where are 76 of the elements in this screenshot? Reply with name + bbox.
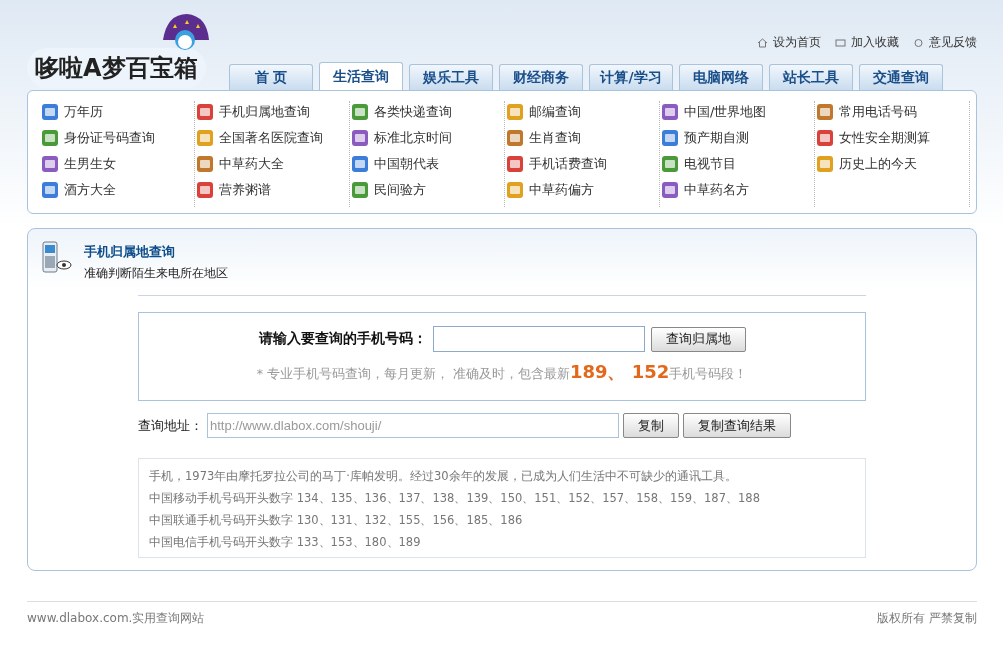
tool-link[interactable]: 中国朝代表	[374, 155, 439, 173]
copy-button[interactable]: 复制	[623, 413, 679, 438]
tool-link[interactable]: 全国著名医院查询	[219, 129, 323, 147]
tile-icon	[505, 154, 525, 174]
site-logo[interactable]: 哆啦A梦百宝箱	[27, 48, 206, 88]
tool-link[interactable]: 万年历	[64, 103, 103, 121]
tile-icon	[350, 102, 370, 122]
info-text: 手机，1973年由摩托罗拉公司的马丁·库帕发明。经过30余年的发展，已成为人们生活中不可缺少的通讯工具。	[149, 468, 738, 485]
tool-link[interactable]: 中草药偏方	[529, 181, 594, 199]
tool-link[interactable]: 中草药大全	[219, 155, 284, 173]
nav-tab[interactable]: 计算/学习	[589, 64, 673, 90]
nav-tab[interactable]: 交通查询	[859, 64, 943, 90]
tile-icon	[660, 154, 680, 174]
tool-link[interactable]: 民间验方	[374, 181, 426, 199]
nav-tab[interactable]: 财经商务	[499, 64, 583, 90]
nav-tab[interactable]: 电脑网络	[679, 64, 763, 90]
copy-button[interactable]: 复制查询结果	[683, 413, 791, 438]
tool-link[interactable]: 常用电话号码	[839, 103, 917, 121]
phone-label: 请输入要查询的手机号码：	[258, 330, 427, 348]
tile-icon	[660, 128, 680, 148]
tool-link[interactable]: 生男生女	[64, 155, 116, 173]
tile-icon	[40, 154, 60, 174]
phone-icon	[40, 241, 72, 275]
tool-link[interactable]: 各类快递查询	[374, 103, 452, 121]
tool-link[interactable]: 手机话费查询	[529, 155, 607, 173]
tile-icon	[815, 154, 835, 174]
tool-link[interactable]: 标准北京时间	[374, 129, 452, 147]
card-icon	[835, 37, 846, 48]
tile-icon	[195, 154, 215, 174]
footer-text: www.dlabox.com.实用查询网站	[27, 610, 205, 627]
top-link[interactable]: 设为首页	[773, 34, 821, 51]
tool-title: 手机归属地查询	[84, 243, 176, 261]
tile-icon	[195, 102, 215, 122]
tile-icon	[40, 180, 60, 200]
tile-icon	[815, 102, 835, 122]
tile-icon	[505, 128, 525, 148]
tile-icon	[195, 180, 215, 200]
nav-tab[interactable]: 娱乐工具	[409, 64, 493, 90]
info-text: 中国电信手机号码开头数字 133、153、180、189	[149, 534, 422, 551]
tile-icon	[350, 180, 370, 200]
tile-icon	[660, 102, 680, 122]
phone-input[interactable]	[432, 326, 645, 352]
tile-icon	[40, 128, 60, 148]
tile-icon	[350, 128, 370, 148]
tool-link[interactable]: 身份证号码查询	[64, 129, 155, 147]
info-text: 中国联通手机号码开头数字 130、131、132、155、156、185、186	[149, 512, 524, 529]
house-icon	[757, 37, 768, 48]
tile-icon	[505, 102, 525, 122]
hint-text: * 专业手机号码查询，每月更新， 准确及时，包含最新 189、 152手机号码段！	[256, 360, 748, 384]
nav-tab[interactable]: 站长工具	[769, 64, 853, 90]
nav-tab[interactable]: 首 页	[229, 64, 313, 90]
nav-tab[interactable]: 生活查询	[319, 62, 403, 90]
tool-link[interactable]: 酒方大全	[64, 181, 116, 199]
tile-icon	[660, 180, 680, 200]
tool-link[interactable]: 邮编查询	[529, 103, 581, 121]
tool-link[interactable]: 中草药名方	[684, 181, 749, 199]
tool-link[interactable]: 中国/世界地图	[684, 103, 767, 121]
copyright-text: 版权所有 严禁复制	[877, 610, 977, 627]
tile-icon	[40, 102, 60, 122]
tool-link[interactable]: 营养粥谱	[219, 181, 271, 199]
tool-link[interactable]: 电视节目	[684, 155, 736, 173]
tool-link[interactable]: 女性安全期测算	[839, 129, 930, 147]
tool-link[interactable]: 手机归属地查询	[219, 103, 310, 121]
address-label: 查询地址：	[138, 416, 203, 435]
info-text: 中国移动手机号码开头数字 134、135、136、137、138、139、150、151、152、157、158、159、187、188	[149, 490, 761, 507]
tile-icon	[350, 154, 370, 174]
query-button[interactable]: 查询归属地	[650, 326, 746, 352]
tile-icon	[505, 180, 525, 200]
tile-icon	[195, 128, 215, 148]
tool-subtitle: 准确判断陌生来电所在地区	[84, 265, 228, 282]
tile-icon	[815, 128, 835, 148]
top-link[interactable]: 意见反馈	[929, 34, 977, 51]
top-link[interactable]: 加入收藏	[851, 34, 899, 51]
tool-link[interactable]: 生肖查询	[529, 129, 581, 147]
tool-link[interactable]: 预产期自测	[684, 129, 749, 147]
tool-link[interactable]: 历史上的今天	[839, 155, 917, 173]
